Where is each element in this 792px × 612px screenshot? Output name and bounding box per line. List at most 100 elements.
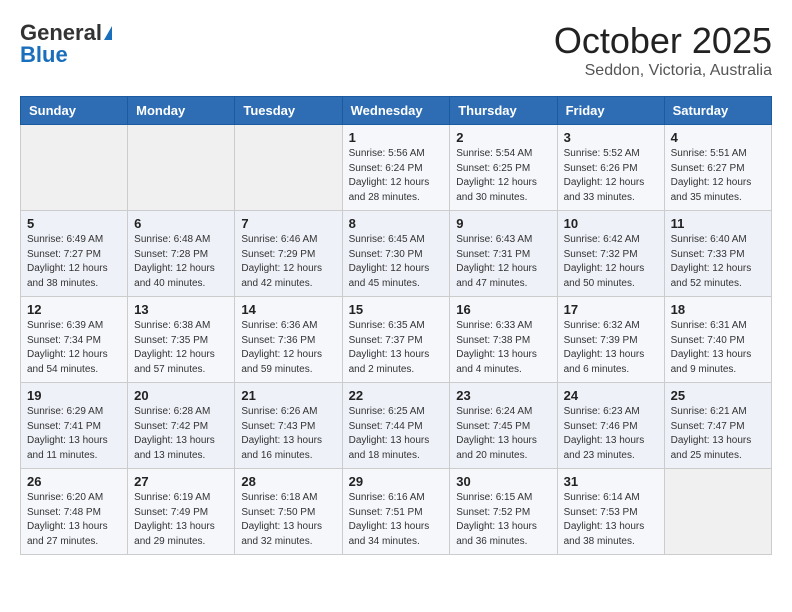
day-info: Sunrise: 6:35 AMSunset: 7:37 PMDaylight:… <box>349 319 444 377</box>
calendar-cell <box>664 469 771 555</box>
calendar-week-4: 19 Sunrise: 6:29 AMSunset: 7:41 PMDayligh… <box>21 383 772 469</box>
day-info: Sunrise: 6:39 AMSunset: 7:34 PMDaylight:… <box>27 319 121 377</box>
day-info: Sunrise: 6:29 AMSunset: 7:41 PMDaylight:… <box>27 405 121 463</box>
calendar-week-2: 5Sunrise: 6:49 AMSunset: 7:27 PMDaylight… <box>21 211 772 297</box>
day-info: Sunrise: 6:25 AMSunset: 7:44 PMDaylight:… <box>349 405 444 463</box>
logo: General Blue <box>20 20 112 68</box>
calendar-cell: 16 Sunrise: 6:33 AMSunset: 7:38 PMDayligh… <box>450 297 557 383</box>
calendar-cell <box>21 125 128 211</box>
day-number: 18 <box>671 302 765 317</box>
calendar-table: SundayMondayTuesdayWednesdayThursdayFrid… <box>20 96 772 555</box>
calendar-cell <box>235 125 342 211</box>
day-info: Sunrise: 6:19 AMSunset: 7:49 PMDaylight:… <box>134 491 228 549</box>
day-number: 5 <box>27 216 121 231</box>
calendar-cell: 20 Sunrise: 6:28 AMSunset: 7:42 PMDayligh… <box>128 383 235 469</box>
day-number: 3 <box>564 130 658 145</box>
day-info: Sunrise: 6:32 AMSunset: 7:39 PMDaylight:… <box>564 319 658 377</box>
col-header-saturday: Saturday <box>664 97 771 125</box>
day-number: 7 <box>241 216 335 231</box>
calendar-cell: 7Sunrise: 6:46 AMSunset: 7:29 PMDaylight… <box>235 211 342 297</box>
day-info: Sunrise: 6:28 AMSunset: 7:42 PMDaylight:… <box>134 405 228 463</box>
day-info: Sunrise: 6:16 AMSunset: 7:51 PMDaylight:… <box>349 491 444 549</box>
calendar-cell: 12Sunrise: 6:39 AMSunset: 7:34 PMDayligh… <box>21 297 128 383</box>
day-number: 20 <box>134 388 228 403</box>
calendar-cell: 25 Sunrise: 6:21 AMSunset: 7:47 PMDayligh… <box>664 383 771 469</box>
calendar-cell: 9 Sunrise: 6:43 AMSunset: 7:31 PMDaylight… <box>450 211 557 297</box>
day-info: Sunrise: 6:26 AMSunset: 7:43 PMDaylight:… <box>241 405 335 463</box>
day-number: 31 <box>564 474 658 489</box>
logo-triangle-icon <box>104 26 112 40</box>
day-number: 15 <box>349 302 444 317</box>
day-info: Sunrise: 6:23 AMSunset: 7:46 PMDaylight:… <box>564 405 658 463</box>
day-number: 2 <box>456 130 550 145</box>
calendar-week-5: 26 Sunrise: 6:20 AMSunset: 7:48 PMDayligh… <box>21 469 772 555</box>
day-info: Sunrise: 6:45 AMSunset: 7:30 PMDaylight:… <box>349 233 444 291</box>
day-number: 17 <box>564 302 658 317</box>
day-info: Sunrise: 6:43 AMSunset: 7:31 PMDaylight:… <box>456 233 550 291</box>
day-number: 22 <box>349 388 444 403</box>
day-info: Sunrise: 6:38 AMSunset: 7:35 PMDaylight:… <box>134 319 228 377</box>
day-info: Sunrise: 5:52 AMSunset: 6:26 PMDaylight:… <box>564 147 658 205</box>
calendar-cell: 8 Sunrise: 6:45 AMSunset: 7:30 PMDaylight… <box>342 211 450 297</box>
day-info: Sunrise: 6:15 AMSunset: 7:52 PMDaylight:… <box>456 491 550 549</box>
col-header-friday: Friday <box>557 97 664 125</box>
col-header-tuesday: Tuesday <box>235 97 342 125</box>
calendar-cell: 2 Sunrise: 5:54 AMSunset: 6:25 PMDaylight… <box>450 125 557 211</box>
calendar-cell: 10 Sunrise: 6:42 AMSunset: 7:32 PMDayligh… <box>557 211 664 297</box>
title-area: October 2025 Seddon, Victoria, Australia <box>554 20 772 80</box>
day-info: Sunrise: 5:51 AMSunset: 6:27 PMDaylight:… <box>671 147 765 205</box>
calendar-cell: 4 Sunrise: 5:51 AMSunset: 6:27 PMDaylight… <box>664 125 771 211</box>
col-header-sunday: Sunday <box>21 97 128 125</box>
calendar-cell: 27 Sunrise: 6:19 AMSunset: 7:49 PMDayligh… <box>128 469 235 555</box>
day-info: Sunrise: 5:54 AMSunset: 6:25 PMDaylight:… <box>456 147 550 205</box>
calendar-cell: 18 Sunrise: 6:31 AMSunset: 7:40 PMDayligh… <box>664 297 771 383</box>
day-number: 10 <box>564 216 658 231</box>
col-header-monday: Monday <box>128 97 235 125</box>
calendar-cell: 28 Sunrise: 6:18 AMSunset: 7:50 PMDayligh… <box>235 469 342 555</box>
day-number: 13 <box>134 302 228 317</box>
month-title: October 2025 <box>554 20 772 62</box>
day-number: 26 <box>27 474 121 489</box>
day-number: 8 <box>349 216 444 231</box>
calendar-cell: 24 Sunrise: 6:23 AMSunset: 7:46 PMDayligh… <box>557 383 664 469</box>
calendar-week-1: 1Sunrise: 5:56 AMSunset: 6:24 PMDaylight… <box>21 125 772 211</box>
calendar-cell: 29Sunrise: 6:16 AMSunset: 7:51 PMDayligh… <box>342 469 450 555</box>
calendar-cell: 6Sunrise: 6:48 AMSunset: 7:28 PMDaylight… <box>128 211 235 297</box>
day-number: 21 <box>241 388 335 403</box>
day-number: 4 <box>671 130 765 145</box>
day-number: 19 <box>27 388 121 403</box>
calendar-cell: 14Sunrise: 6:36 AMSunset: 7:36 PMDayligh… <box>235 297 342 383</box>
day-info: Sunrise: 6:18 AMSunset: 7:50 PMDaylight:… <box>241 491 335 549</box>
day-number: 27 <box>134 474 228 489</box>
calendar-cell: 22 Sunrise: 6:25 AMSunset: 7:44 PMDayligh… <box>342 383 450 469</box>
day-info: Sunrise: 5:56 AMSunset: 6:24 PMDaylight:… <box>349 147 444 205</box>
day-number: 28 <box>241 474 335 489</box>
day-number: 24 <box>564 388 658 403</box>
day-number: 6 <box>134 216 228 231</box>
calendar-cell: 17 Sunrise: 6:32 AMSunset: 7:39 PMDayligh… <box>557 297 664 383</box>
day-info: Sunrise: 6:40 AMSunset: 7:33 PMDaylight:… <box>671 233 765 291</box>
day-number: 9 <box>456 216 550 231</box>
calendar-cell <box>128 125 235 211</box>
day-number: 16 <box>456 302 550 317</box>
logo-blue: Blue <box>20 42 68 68</box>
day-number: 25 <box>671 388 765 403</box>
day-info: Sunrise: 6:36 AMSunset: 7:36 PMDaylight:… <box>241 319 335 377</box>
calendar-cell: 21 Sunrise: 6:26 AMSunset: 7:43 PMDayligh… <box>235 383 342 469</box>
day-info: Sunrise: 6:21 AMSunset: 7:47 PMDaylight:… <box>671 405 765 463</box>
day-info: Sunrise: 6:14 AMSunset: 7:53 PMDaylight:… <box>564 491 658 549</box>
calendar-header-row: SundayMondayTuesdayWednesdayThursdayFrid… <box>21 97 772 125</box>
day-info: Sunrise: 6:31 AMSunset: 7:40 PMDaylight:… <box>671 319 765 377</box>
calendar-cell: 15 Sunrise: 6:35 AMSunset: 7:37 PMDayligh… <box>342 297 450 383</box>
calendar-cell: 19 Sunrise: 6:29 AMSunset: 7:41 PMDayligh… <box>21 383 128 469</box>
day-info: Sunrise: 6:20 AMSunset: 7:48 PMDaylight:… <box>27 491 121 549</box>
location: Seddon, Victoria, Australia <box>554 62 772 80</box>
calendar-cell: 1Sunrise: 5:56 AMSunset: 6:24 PMDaylight… <box>342 125 450 211</box>
day-number: 23 <box>456 388 550 403</box>
calendar-cell: 23Sunrise: 6:24 AMSunset: 7:45 PMDayligh… <box>450 383 557 469</box>
calendar-cell: 31 Sunrise: 6:14 AMSunset: 7:53 PMDayligh… <box>557 469 664 555</box>
calendar-cell: 11 Sunrise: 6:40 AMSunset: 7:33 PMDayligh… <box>664 211 771 297</box>
day-info: Sunrise: 6:33 AMSunset: 7:38 PMDaylight:… <box>456 319 550 377</box>
day-number: 11 <box>671 216 765 231</box>
day-info: Sunrise: 6:42 AMSunset: 7:32 PMDaylight:… <box>564 233 658 291</box>
